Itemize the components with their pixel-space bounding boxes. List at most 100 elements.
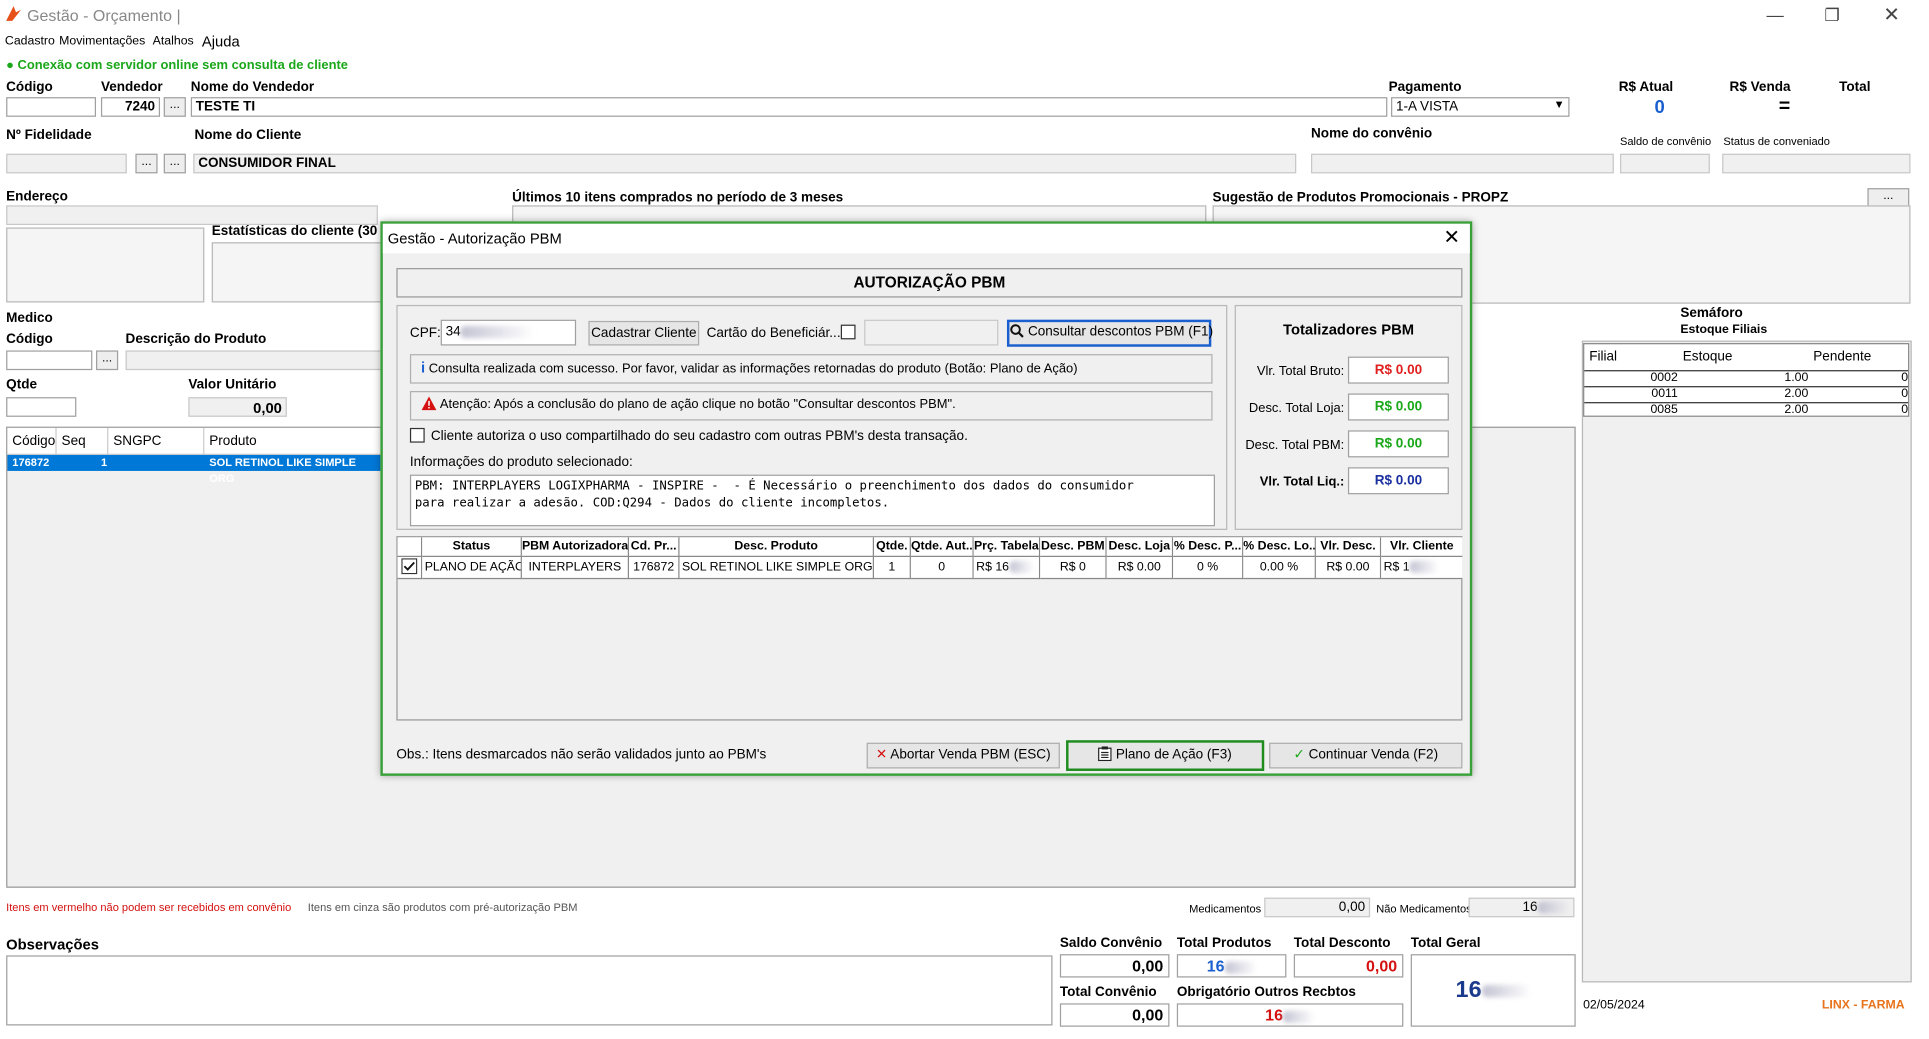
pbm-row-pct-desc-loja: 0.00 % — [1243, 557, 1316, 580]
fidelidade-input[interactable] — [6, 153, 127, 174]
consent-checkbox[interactable] — [409, 427, 425, 443]
close-icon[interactable]: ✕ — [1883, 2, 1900, 27]
estatisticas-panel — [211, 242, 385, 303]
total-produtos-field: 16 — [1176, 954, 1287, 978]
pbm-value: R$ 0.00 — [1347, 430, 1449, 458]
total-produtos-label: Total Produtos — [1176, 935, 1272, 951]
bruto-value: R$ 0.00 — [1347, 356, 1449, 384]
row-filial: 0011 — [1651, 387, 1678, 401]
filiais-header-filial[interactable]: Filial — [1589, 344, 1617, 369]
check-icon: ✓ — [1293, 747, 1305, 763]
pagamento-select[interactable]: 1-A VISTA ▼ — [1391, 97, 1570, 117]
total-label: Total — [1839, 79, 1871, 95]
cartao-checkbox[interactable] — [840, 324, 856, 340]
app-logo-icon — [5, 5, 22, 26]
observacoes-textarea[interactable] — [6, 955, 1053, 1026]
row-estoque: 2.00 — [1784, 403, 1809, 417]
qtde-input[interactable] — [6, 397, 77, 417]
row-codigo: 176872 — [12, 456, 50, 469]
pbm-header-vlr-desc[interactable]: Vlr. Desc. — [1315, 537, 1382, 558]
nome-vendedor-label: Nome do Vendedor — [190, 79, 315, 95]
produto-search-button[interactable]: ... — [96, 350, 119, 371]
fidelidade-search-button[interactable]: ... — [135, 153, 158, 174]
pbm-header-cd-produto[interactable]: Cd. Pr... — [629, 537, 680, 558]
produto-codigo-input[interactable] — [6, 350, 93, 371]
pbm-row-checkbox[interactable] — [397, 557, 423, 580]
vendedor-code-input[interactable]: 7240 — [100, 97, 161, 117]
items-header-sngpc[interactable]: SNGPC — [108, 427, 205, 455]
aviso-vermelho-text: Itens em vermelho não podem ser recebido… — [6, 901, 292, 914]
pbm-header-qtde-aut[interactable]: Qtde. Aut... — [910, 537, 974, 558]
nao-medicamentos-field: 16 — [1468, 897, 1575, 918]
convenio-input[interactable] — [1311, 153, 1614, 174]
abortar-venda-button[interactable]: ✕ Abortar Venda PBM (ESC) — [866, 742, 1060, 769]
consultar-descontos-button[interactable]: Consultar descontos PBM (F1) — [1006, 319, 1213, 347]
menu-item-cadastro[interactable]: Cadastro — [5, 34, 55, 48]
pbm-header-pct-desc-pbm[interactable]: % Desc. P... — [1173, 537, 1244, 558]
vendedor-search-button[interactable]: ... — [163, 97, 186, 117]
produto-codigo-label: Código — [6, 331, 53, 347]
filiais-header-estoque[interactable]: Estoque — [1683, 344, 1733, 369]
pbm-header-desc-loja[interactable]: Desc. Loja — [1106, 537, 1174, 558]
row-pendente: 0 — [1901, 371, 1909, 385]
consent-label: Cliente autoriza o uso compartilhado do … — [430, 429, 968, 444]
pbm-header-pct-desc-loja[interactable]: % Desc. Lo... — [1243, 537, 1316, 558]
pbm-items-table: Status PBM Autorizadora Cd. Pr... Desc. … — [396, 536, 1463, 721]
codigo-input[interactable] — [6, 97, 97, 117]
pbm-header-desc-produto[interactable]: Desc. Produto — [679, 537, 875, 558]
filiais-header-pendente[interactable]: Pendente — [1813, 344, 1871, 369]
descricao-produto-label: Descrição do Produto — [125, 331, 267, 347]
ultimos-itens-label: Últimos 10 itens comprados no período de… — [512, 190, 844, 206]
filiais-table: Filial Estoque Pendente 0002 1.00 0 0011… — [1583, 343, 1910, 417]
info-produto-textarea[interactable]: PBM: INTERPLAYERS LOGIXPHARMA - INSPIRE … — [409, 474, 1215, 527]
dialog-titlebar: Gestão - Autorização PBM ✕ — [382, 223, 1470, 254]
valor-unitario-field: 0,00 — [188, 397, 287, 417]
items-header-seq[interactable]: Seq — [57, 427, 109, 455]
fidelidade-label: Nº Fidelidade — [6, 127, 92, 143]
info-icon: i — [421, 359, 426, 377]
row-filial: 0002 — [1650, 371, 1678, 385]
pbm-dialog: Gestão - Autorização PBM ✕ AUTORIZAÇÃO P… — [380, 221, 1473, 776]
aviso-cinza-text: Itens em cinza são produtos com pré-auto… — [307, 901, 578, 914]
dialog-close-icon[interactable]: ✕ — [1443, 224, 1460, 254]
pbm-header-desc-pbm[interactable]: Desc. PBM — [1040, 537, 1107, 558]
pbm-header-autorizadora[interactable]: PBM Autorizadora — [521, 537, 630, 558]
info-message: i Consulta realizada com sucesso. Por fa… — [409, 354, 1213, 384]
pbm-header-prc-tabela[interactable]: Prç. Tabela — [973, 537, 1041, 558]
menu-item-movimentacoes[interactable]: Movimentações — [59, 34, 145, 48]
nao-medicamentos-label: Não Medicamentos — [1376, 902, 1472, 915]
cartao-input[interactable] — [864, 319, 999, 346]
pbm-header-check[interactable] — [397, 537, 423, 558]
total-convenio-field: 0,00 — [1059, 1003, 1170, 1027]
table-row[interactable]: 176872 1 SOL RETINOL LIKE SIMPLE ORG — [7, 454, 383, 484]
pbm-header-qtde[interactable]: Qtde. — [874, 537, 911, 558]
estatisticas-label: Estatísticas do cliente (30 dia — [211, 223, 401, 239]
rs-atual-value: 0 — [1654, 97, 1665, 119]
menu-item-ajuda[interactable]: Ajuda — [202, 33, 240, 50]
items-header-codigo[interactable]: Código — [7, 427, 57, 455]
continuar-venda-button[interactable]: ✓ Continuar Venda (F2) — [1269, 742, 1463, 769]
rs-venda-label: R$ Venda — [1729, 79, 1791, 95]
nome-convenio-label: Nome do convênio — [1311, 126, 1433, 142]
clipboard-icon — [1098, 746, 1113, 762]
table-row[interactable]: 0011 2.00 0 — [1584, 386, 1909, 401]
items-header-produto[interactable]: Produto — [204, 428, 382, 455]
cliente-search-button[interactable]: ... — [163, 153, 186, 174]
cpf-input[interactable]: 34 — [440, 319, 577, 346]
table-row[interactable]: 0085 2.00 0 — [1584, 402, 1909, 417]
total-convenio-label: Total Convênio — [1059, 984, 1157, 1000]
menu-item-atalhos[interactable]: Atalhos — [153, 34, 194, 48]
cadastrar-cliente-button[interactable]: Cadastrar Cliente — [588, 320, 700, 346]
pbm-header-status[interactable]: Status — [422, 537, 522, 558]
pbm-row-qtde: 1 — [874, 557, 911, 580]
pbm-label: Desc. Total PBM: — [1245, 437, 1345, 453]
minimize-icon[interactable]: — — [1766, 5, 1783, 25]
pbm-header-vlr-cliente[interactable]: Vlr. Cliente — [1381, 537, 1463, 558]
maximize-icon[interactable]: ❐ — [1824, 5, 1839, 26]
table-row[interactable]: 0002 1.00 0 — [1584, 370, 1909, 385]
cliente-photo-panel — [6, 227, 205, 303]
obrigatorio-label: Obrigatório Outros Recbtos — [1176, 984, 1356, 1000]
medico-label: Medico — [6, 311, 53, 326]
saldo-convenio-total-label: Saldo Convênio — [1059, 935, 1163, 951]
plano-de-acao-button[interactable]: Plano de Ação (F3) — [1066, 740, 1265, 771]
